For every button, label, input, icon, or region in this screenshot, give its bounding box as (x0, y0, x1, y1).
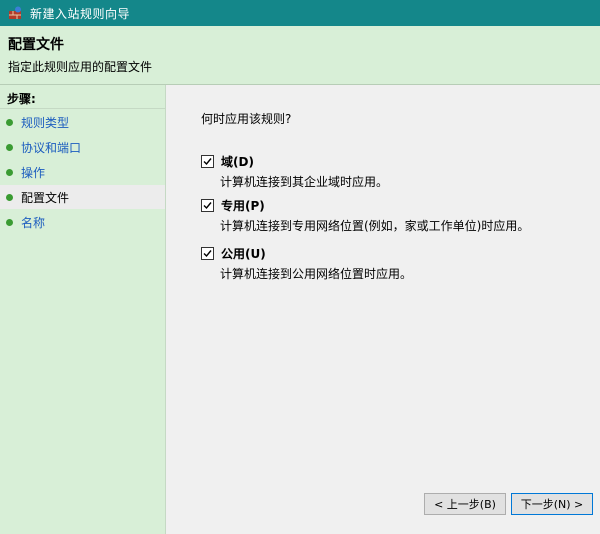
option-description: 计算机连接到其企业域时应用。 (220, 175, 389, 189)
steps-sidebar: 步骤: 规则类型 协议和端口 操作 配置文件 名称 (0, 85, 166, 534)
step-label: 协议和端口 (21, 140, 82, 155)
main-panel: 何时应用该规则? 域(D) 计算机连接到其企业域时应用。 专用(P) 计算机连接… (166, 85, 600, 534)
domain-checkbox[interactable] (201, 155, 214, 168)
bullet-icon (6, 193, 13, 201)
step-name[interactable]: 名称 (0, 210, 165, 234)
bullet-icon (6, 218, 13, 226)
firewall-wall-icon (8, 6, 22, 20)
window-title: 新建入站规则向导 (30, 6, 131, 21)
page-title: 配置文件 (8, 37, 64, 53)
option-public: 公用(U) 计算机连接到公用网络位置时应用。 (201, 245, 412, 282)
option-label[interactable]: 域(D) (221, 153, 254, 170)
step-rule-type[interactable]: 规则类型 (0, 110, 165, 134)
step-label: 规则类型 (21, 115, 70, 130)
step-protocol-port[interactable]: 协议和端口 (0, 135, 165, 159)
checkmark-icon (203, 202, 212, 210)
step-label: 配置文件 (21, 190, 70, 205)
option-label[interactable]: 公用(U) (221, 245, 266, 262)
checkmark-icon (203, 158, 212, 166)
steps-heading: 步骤: (0, 89, 165, 109)
public-checkbox[interactable] (201, 247, 214, 260)
step-label: 操作 (21, 165, 46, 180)
option-domain: 域(D) 计算机连接到其企业域时应用。 (201, 153, 388, 190)
bullet-icon (6, 118, 13, 126)
back-button[interactable]: < 上一步(B) (424, 493, 506, 515)
step-label: 名称 (21, 215, 46, 230)
option-private: 专用(P) 计算机连接到专用网络位置(例如，家或工作单位)时应用。 (201, 197, 529, 234)
step-action[interactable]: 操作 (0, 160, 165, 184)
question-text: 何时应用该规则? (201, 112, 292, 126)
option-description: 计算机连接到公用网络位置时应用。 (220, 267, 413, 281)
title-bar: 新建入站规则向导 (0, 0, 600, 26)
option-description: 计算机连接到专用网络位置(例如，家或工作单位)时应用。 (220, 219, 530, 233)
bullet-icon (6, 143, 13, 151)
next-button[interactable]: 下一步(N) > (511, 493, 593, 515)
option-label[interactable]: 专用(P) (221, 197, 265, 214)
page-subtitle: 指定此规则应用的配置文件 (8, 60, 153, 74)
private-checkbox[interactable] (201, 199, 214, 212)
bullet-icon (6, 168, 13, 176)
checkmark-icon (203, 250, 212, 258)
step-profile[interactable]: 配置文件 (0, 185, 165, 209)
wizard-header: 配置文件 指定此规则应用的配置文件 (0, 26, 600, 85)
